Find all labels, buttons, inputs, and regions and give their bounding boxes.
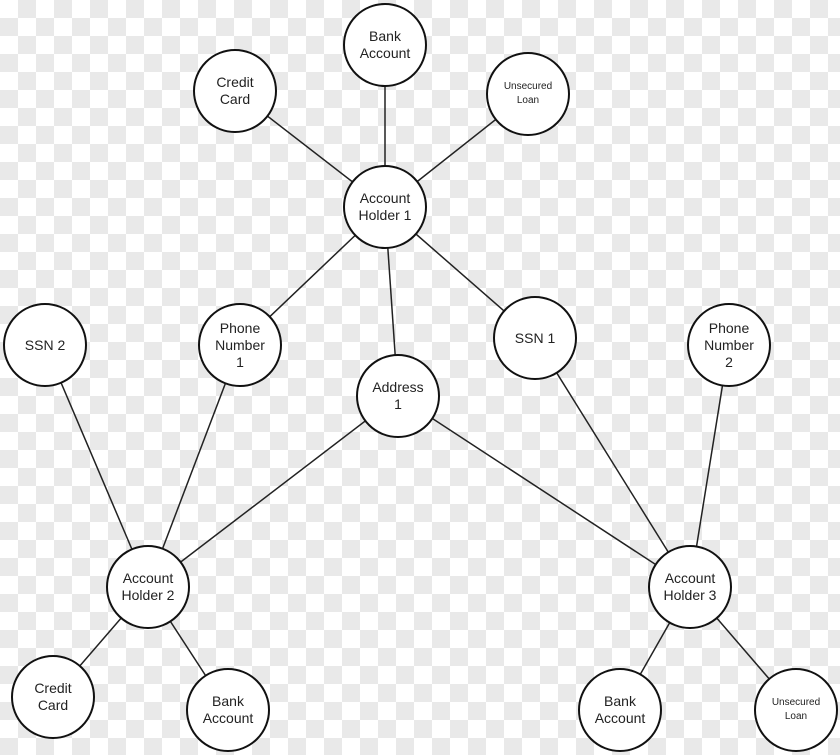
node-ah1: Account Holder 1 [343, 165, 427, 249]
edge-ah3-addr1 [397, 395, 691, 588]
node-label: Bank Account [202, 693, 254, 726]
node-label: Bank Account [359, 28, 411, 61]
node-ssn2: SSN 2 [3, 303, 87, 387]
node-label: Account Holder 2 [121, 570, 175, 603]
node-label: Account Holder 3 [663, 570, 717, 603]
node-label: Bank Account [594, 693, 646, 726]
node-label: Credit Card [216, 74, 254, 107]
node-loan-top: Unsecured Loan [486, 52, 570, 136]
node-phone1: Phone Number 1 [198, 303, 282, 387]
node-bank-top: Bank Account [343, 3, 427, 87]
node-phone2: Phone Number 2 [687, 303, 771, 387]
node-bank-br: Bank Account [578, 668, 662, 752]
node-label: Phone Number 2 [704, 319, 754, 370]
node-cc-bl: Credit Card [11, 655, 95, 739]
node-addr1: Address 1 [356, 354, 440, 438]
node-label: Credit Card [34, 680, 72, 713]
node-label: SSN 1 [514, 329, 556, 346]
node-label: Account Holder 1 [358, 190, 412, 223]
node-ah2: Account Holder 2 [106, 545, 190, 629]
node-label: Unsecured Loan [503, 81, 553, 106]
node-label: Address 1 [372, 379, 424, 412]
node-label: SSN 2 [24, 336, 66, 353]
node-loan-br: Unsecured Loan [754, 668, 838, 752]
node-cc-top: Credit Card [193, 49, 277, 133]
node-label: Unsecured Loan [771, 697, 821, 722]
node-label: Phone Number 1 [215, 319, 265, 370]
node-ah3: Account Holder 3 [648, 545, 732, 629]
edge-ah2-addr1 [147, 395, 399, 588]
node-ssn1: SSN 1 [493, 296, 577, 380]
edge-ah3-ssn1 [534, 337, 691, 588]
node-bank-bl: Bank Account [186, 668, 270, 752]
